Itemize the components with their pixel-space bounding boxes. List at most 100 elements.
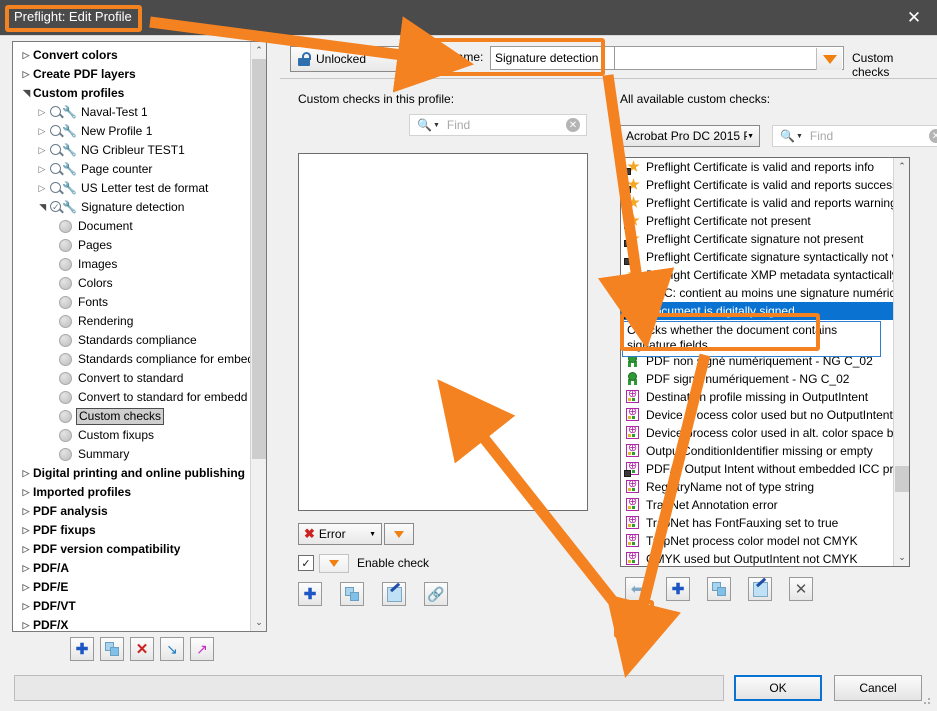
- available-check-row-selected[interactable]: Document is digitally signed: [621, 302, 909, 320]
- available-check-row[interactable]: Preflight Certificate XMP metadata synta…: [621, 266, 909, 284]
- tree-item[interactable]: ▷ PDF/X: [13, 616, 252, 631]
- available-checks-button-bar[interactable]: ⬅ ✚ ✕: [625, 577, 813, 601]
- delete-profile-button[interactable]: ✕: [130, 637, 154, 661]
- tree-item[interactable]: ▷ Create PDF layers: [13, 65, 252, 84]
- tree-item[interactable]: ▷ Convert colors: [13, 46, 252, 65]
- enable-check-row[interactable]: ✓ Enable check: [298, 553, 429, 573]
- available-check-row[interactable]: OutputConditionIdentifier missing or emp…: [621, 442, 909, 460]
- delete-available-check-button[interactable]: ✕: [789, 577, 813, 601]
- tree-item[interactable]: ▷ PDF fixups: [13, 521, 252, 540]
- available-checks-list[interactable]: Preflight Certificate is valid and repor…: [620, 157, 910, 567]
- link-check-button[interactable]: 🔗: [424, 582, 448, 606]
- tree-item[interactable]: ▷ Digital printing and online publishing: [13, 464, 252, 483]
- add-check-button[interactable]: ✚: [298, 582, 322, 606]
- available-check-row[interactable]: TrapNet Annotation error: [621, 496, 909, 514]
- tree-item[interactable]: ▷ 🔧 Naval-Test 1: [13, 103, 252, 122]
- enable-check-variable-button[interactable]: [319, 553, 349, 573]
- search-dropdown-icon[interactable]: ▼: [796, 133, 803, 140]
- chevron-right-icon[interactable]: ▷: [19, 540, 33, 559]
- ok-button[interactable]: OK: [734, 675, 822, 701]
- tree-item[interactable]: Convert to standard: [13, 369, 252, 388]
- available-check-row[interactable]: Preflight Certificate not present: [621, 212, 909, 230]
- available-check-row[interactable]: CMYK used but OutputIntent not CMYK: [621, 550, 909, 566]
- tree-item[interactable]: Rendering: [13, 312, 252, 331]
- tree-item[interactable]: Document: [13, 217, 252, 236]
- chevron-right-icon[interactable]: ▷: [19, 578, 33, 597]
- new-check-button[interactable]: ✚: [666, 577, 690, 601]
- tree-item[interactable]: Standards compliance: [13, 331, 252, 350]
- profile-name-input[interactable]: Signature detection: [490, 46, 615, 70]
- duplicate-available-check-button[interactable]: [707, 577, 731, 601]
- chevron-right-icon[interactable]: ▷: [19, 559, 33, 578]
- chevron-right-icon[interactable]: ▷: [19, 65, 33, 84]
- available-check-row[interactable]: Device process color used but no OutputI…: [621, 406, 909, 424]
- tree-item[interactable]: Images: [13, 255, 252, 274]
- chevron-right-icon[interactable]: ▷: [35, 179, 49, 198]
- available-check-row[interactable]: PDF/X Output Intent without embedded ICC…: [621, 460, 909, 478]
- profile-checks-list[interactable]: [298, 153, 588, 511]
- available-check-row[interactable]: TrapNet has FontFauxing set to true: [621, 514, 909, 532]
- tree-item[interactable]: ▷ PDF analysis: [13, 502, 252, 521]
- chevron-right-icon[interactable]: ▷: [19, 502, 33, 521]
- tree-item[interactable]: ▷ PDF version compatibility: [13, 540, 252, 559]
- tree-item[interactable]: Colors: [13, 274, 252, 293]
- chevron-right-icon[interactable]: ▷: [35, 141, 49, 160]
- available-check-row[interactable]: Preflight Certificate is valid and repor…: [621, 176, 909, 194]
- available-check-row[interactable]: TrapNet process color model not CMYK: [621, 532, 909, 550]
- tree-item[interactable]: Pages: [13, 236, 252, 255]
- available-checks-find-input[interactable]: Find: [810, 129, 929, 143]
- tree-item[interactable]: Custom fixups: [13, 426, 252, 445]
- scroll-thumb[interactable]: [252, 59, 266, 459]
- profile-checks-find-box[interactable]: 🔍 ▼ Find ✕: [409, 114, 587, 136]
- available-check-row[interactable]: PDF signé numériquement - NG C_02: [621, 370, 909, 388]
- new-profile-button[interactable]: ✚: [70, 637, 94, 661]
- profile-checks-find-input[interactable]: Find: [447, 118, 566, 132]
- export-profile-button[interactable]: ↗: [190, 637, 214, 661]
- tree-item[interactable]: ▷ PDF/VT: [13, 597, 252, 616]
- chevron-right-icon[interactable]: ▷: [35, 122, 49, 141]
- available-check-row[interactable]: Preflight Certificate signature syntacti…: [621, 248, 909, 266]
- chevron-right-icon[interactable]: ▷: [19, 46, 33, 65]
- clear-search-icon[interactable]: ✕: [929, 129, 937, 143]
- available-checks-find-box[interactable]: 🔍 ▼ Find ✕: [772, 125, 937, 147]
- profile-checks-button-bar[interactable]: ✚ 🔗: [298, 582, 448, 606]
- chevron-right-icon[interactable]: ▷: [19, 597, 33, 616]
- tree-item[interactable]: ▷ 🔧 NG Cribleur TEST1: [13, 141, 252, 160]
- scroll-thumb[interactable]: [895, 466, 909, 492]
- tree-item[interactable]: ▷ 🔧 US Letter test de format: [13, 179, 252, 198]
- profiles-tree-panel[interactable]: ▷ Convert colors ▷ Create PDF layers ◢ Custom…: [12, 41, 267, 632]
- tree-item[interactable]: ▷ Imported profiles: [13, 483, 252, 502]
- tree-item[interactable]: Custom checks: [13, 407, 252, 426]
- lock-state-dropdown[interactable]: Unlocked ▼: [290, 46, 438, 72]
- add-to-profile-button[interactable]: ⬅: [625, 577, 649, 601]
- severity-variable-button[interactable]: [384, 523, 414, 545]
- chevron-right-icon[interactable]: ▷: [19, 464, 33, 483]
- tree-button-bar[interactable]: ✚ ✕ ↘ ↗: [70, 637, 260, 663]
- tree-item[interactable]: ◢ Custom profiles: [13, 84, 252, 103]
- cancel-button[interactable]: Cancel: [834, 675, 922, 701]
- chevron-right-icon[interactable]: ▷: [19, 483, 33, 502]
- chevron-down-icon[interactable]: ◢: [19, 84, 33, 103]
- available-check-row[interactable]: RegistryName not of type string: [621, 478, 909, 496]
- available-checks-rows[interactable]: Preflight Certificate is valid and repor…: [621, 158, 909, 566]
- chevron-down-icon[interactable]: ◢: [35, 198, 49, 217]
- check-source-dropdown[interactable]: Acrobat Pro DC 2015 P ▼: [620, 125, 760, 147]
- available-check-row[interactable]: Device process color used in alt. color …: [621, 424, 909, 442]
- tree-item[interactable]: Convert to standard for embedd: [13, 388, 252, 407]
- profile-description-input[interactable]: [615, 46, 844, 70]
- tree-item[interactable]: Fonts: [13, 293, 252, 312]
- edit-check-button[interactable]: [382, 582, 406, 606]
- scroll-down-icon[interactable]: ⌄: [251, 614, 266, 631]
- available-check-row[interactable]: Destination profile missing in OutputInt…: [621, 388, 909, 406]
- scroll-up-icon[interactable]: ⌃: [251, 42, 266, 59]
- duplicate-profile-button[interactable]: [100, 637, 124, 661]
- tree-scrollbar[interactable]: ⌃ ⌄: [250, 42, 266, 631]
- tree-item[interactable]: ▷ PDF/E: [13, 578, 252, 597]
- chevron-right-icon[interactable]: ▷: [35, 103, 49, 122]
- available-check-row[interactable]: Preflight Certificate is valid and repor…: [621, 158, 909, 176]
- resize-grip[interactable]: [922, 696, 932, 706]
- duplicate-check-button[interactable]: [340, 582, 364, 606]
- close-icon[interactable]: ✕: [891, 0, 937, 35]
- import-profile-button[interactable]: ↘: [160, 637, 184, 661]
- clear-search-icon[interactable]: ✕: [566, 118, 580, 132]
